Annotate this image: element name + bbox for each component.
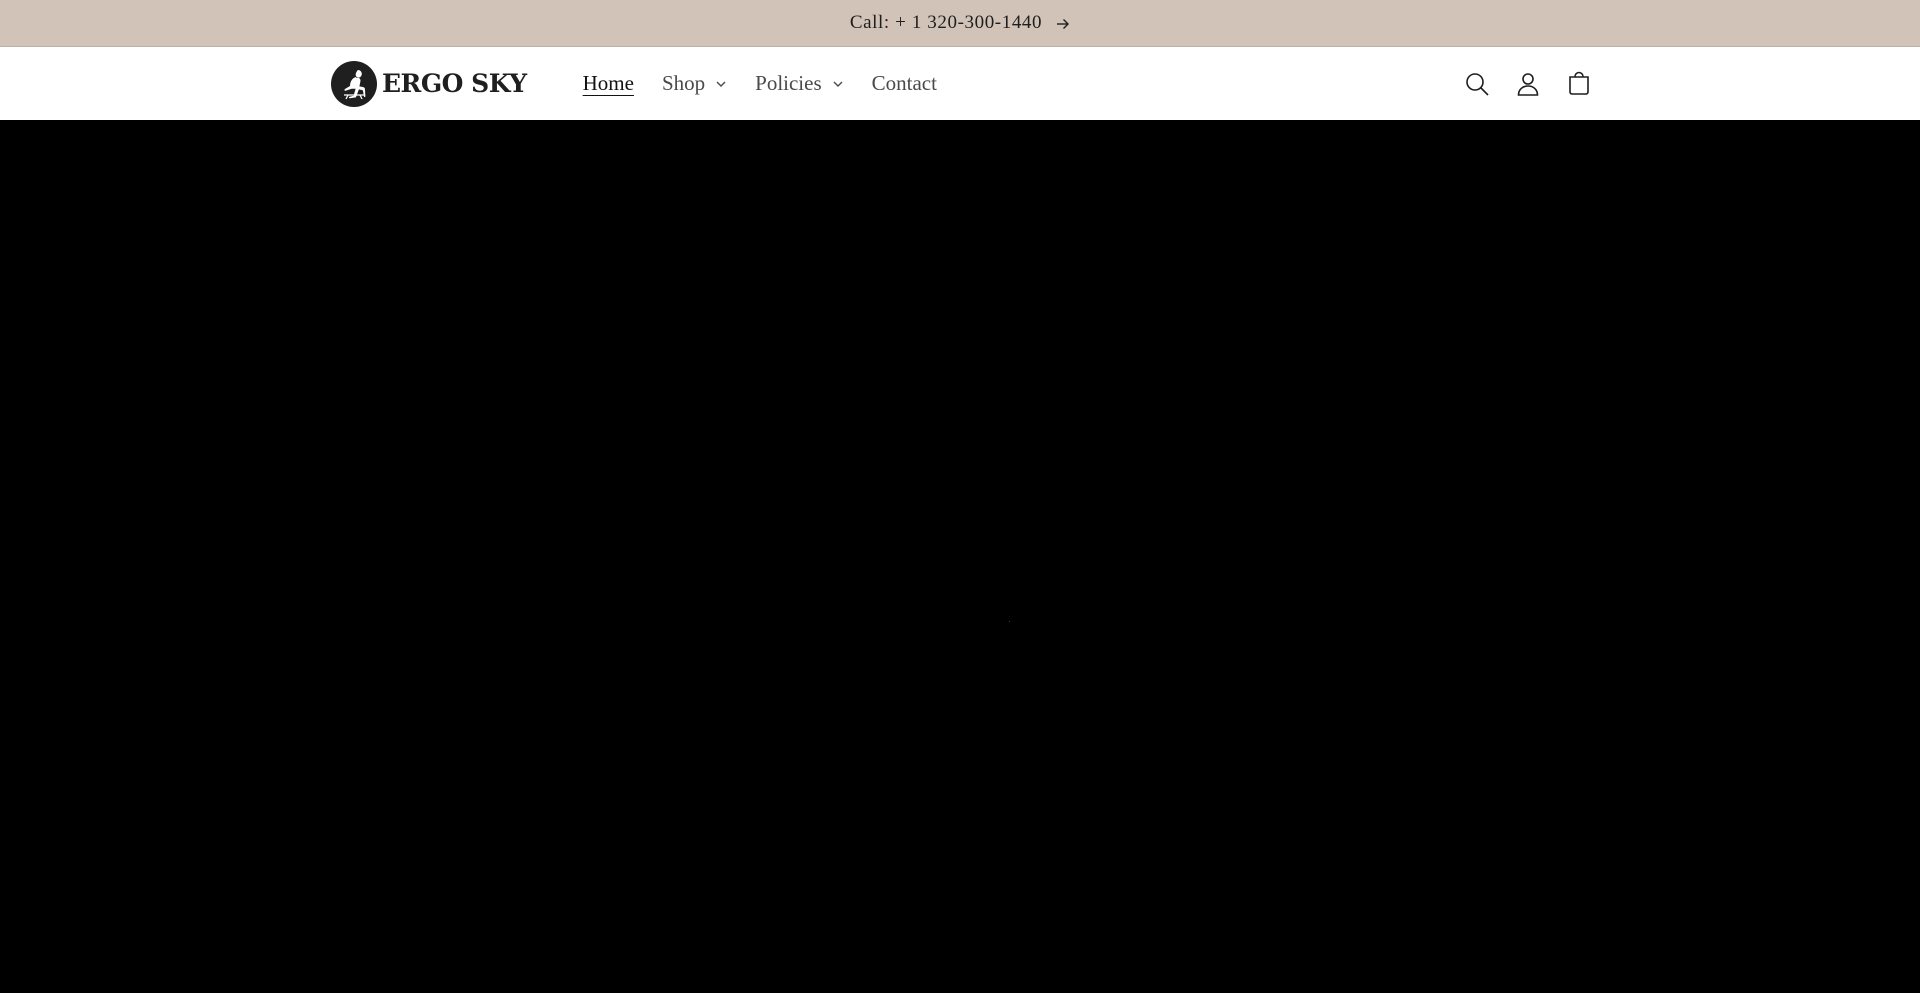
nav-item-policies[interactable]: Policies [741,64,858,104]
site-header: ERGO SKY Home Shop Policies Contact [0,47,1920,120]
nav-item-contact[interactable]: Contact [858,64,951,104]
announcement-bar: Call: + 1 320-300-1440 [0,0,1920,47]
nav-item-home[interactable]: Home [571,64,648,104]
nav-item-shop[interactable]: Shop [648,64,741,104]
account-button[interactable] [1512,68,1543,99]
account-icon [1517,72,1538,96]
nav-label: Shop [661,71,706,95]
header-inner: ERGO SKY Home Shop Policies Contact [330,47,1594,120]
nav-label: Home [582,71,634,95]
header-icons [1461,68,1594,99]
search-button[interactable] [1461,68,1492,99]
hero-media [1009,621,1010,622]
logo-mark-icon [331,60,377,107]
hero-banner [0,120,1920,993]
main-nav: Home Shop Policies Contact [571,64,951,104]
logo-text: ERGO SKY [382,69,527,98]
announcement-link[interactable]: Call: + 1 320-300-1440 [850,12,1070,34]
logo[interactable]: ERGO SKY [330,60,527,108]
cart-button[interactable] [1563,68,1594,99]
cart-icon [1568,71,1589,95]
arrow-right-icon [1057,18,1070,29]
nav-label: Policies [755,71,822,95]
search-icon [1465,72,1489,96]
chevron-down-icon [833,81,843,87]
nav-label: Contact [871,71,937,95]
chevron-down-icon [716,81,726,87]
announcement-text: Call: + 1 320-300-1440 [849,12,1043,33]
